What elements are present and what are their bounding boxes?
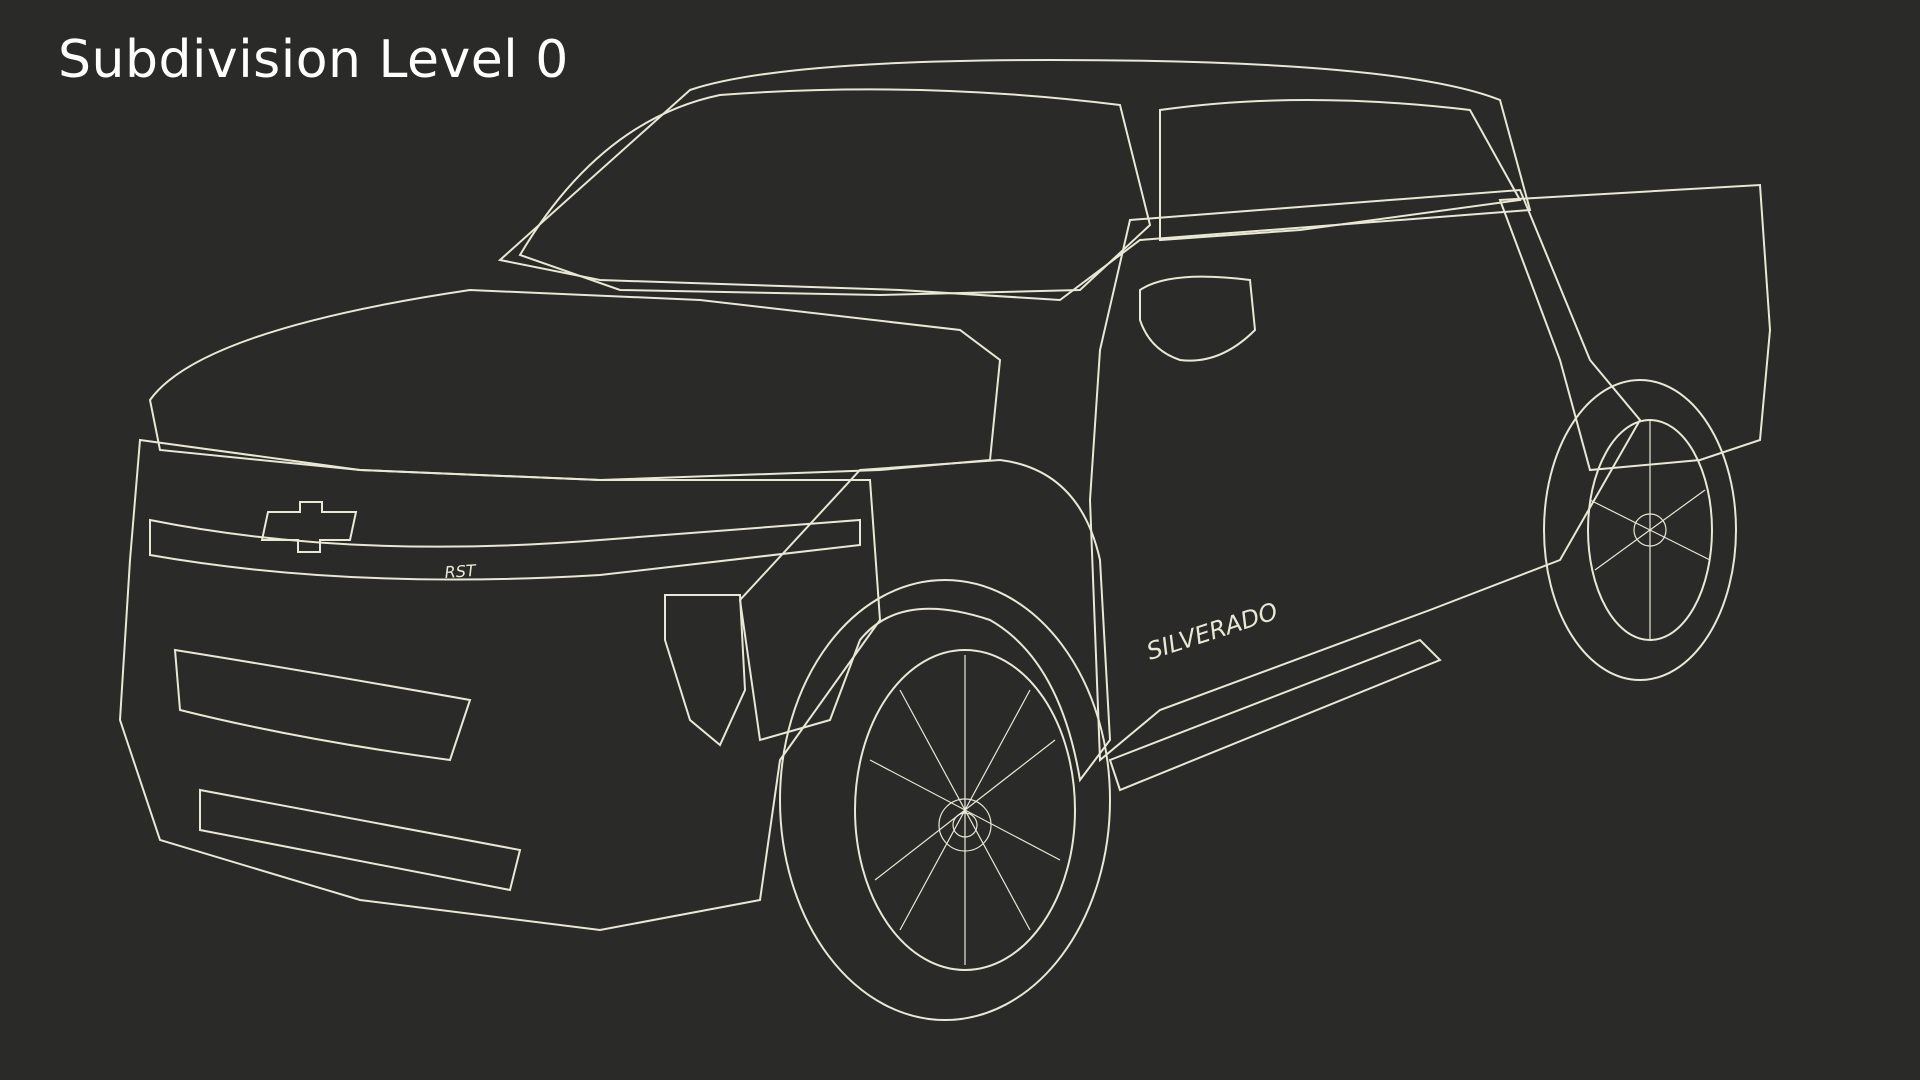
side-windows bbox=[1159, 99, 1522, 242]
headlight-strip bbox=[149, 518, 861, 581]
model-script-badge: SILVERADO bbox=[1143, 597, 1281, 666]
hood bbox=[148, 288, 1002, 482]
front-wheel bbox=[779, 579, 1111, 1021]
viewport: Subdivision Level 0 RST SILVERADO bbox=[0, 0, 1920, 1080]
rear-wheel bbox=[1543, 379, 1737, 681]
side-body-panel bbox=[1088, 188, 1642, 763]
front-fascia bbox=[118, 438, 882, 932]
front-grille bbox=[173, 648, 472, 762]
headlamp bbox=[664, 594, 747, 747]
windshield bbox=[518, 88, 1152, 297]
pickup-truck-wireframe-model: RST SILVERADO bbox=[118, 58, 1772, 1021]
cab-roof bbox=[497, 58, 1532, 302]
front-fender bbox=[738, 458, 1112, 783]
lower-intake bbox=[199, 788, 522, 892]
side-mirror bbox=[1139, 275, 1257, 362]
trim-badge: RST bbox=[444, 561, 478, 582]
